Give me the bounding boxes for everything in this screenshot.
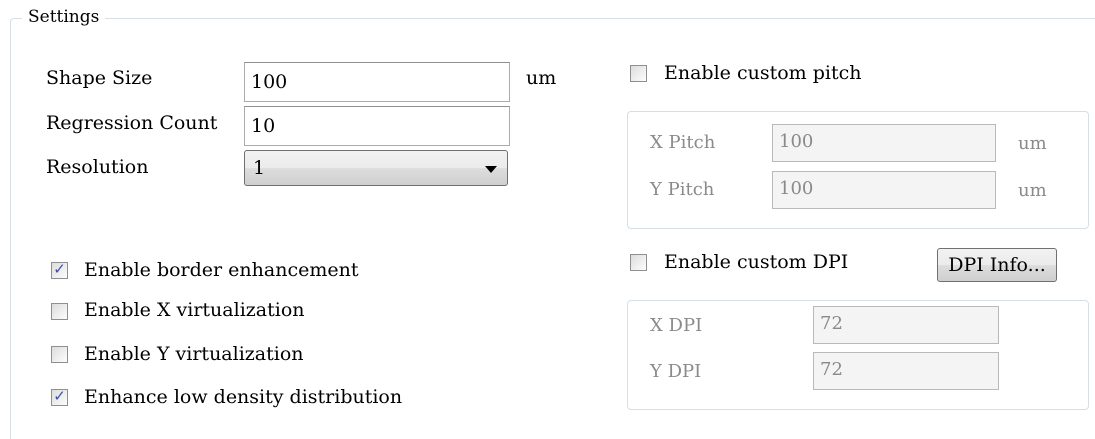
regression-count-input[interactable]: 10 xyxy=(244,106,510,146)
y-pitch-unit: um xyxy=(1018,180,1047,201)
x-pitch-unit: um xyxy=(1018,133,1047,154)
x-virtualization-checkbox[interactable] xyxy=(51,303,68,320)
y-virtualization-label[interactable]: Enable Y virtualization xyxy=(84,342,304,366)
border-enhancement-checkbox[interactable]: ✓ xyxy=(51,260,68,279)
chevron-down-icon xyxy=(485,166,497,173)
x-virtualization-label[interactable]: Enable X virtualization xyxy=(84,298,305,322)
y-dpi-label: Y DPI xyxy=(650,361,702,382)
custom-dpi-checkbox[interactable] xyxy=(630,254,647,271)
checkmark-icon: ✓ xyxy=(53,260,66,278)
shape-size-label: Shape Size xyxy=(46,67,153,89)
low-density-label[interactable]: Enhance low density distribution xyxy=(84,385,402,409)
y-virtualization-checkbox[interactable] xyxy=(51,346,68,363)
x-pitch-input[interactable]: 100 xyxy=(772,124,996,162)
shape-size-input[interactable]: 100 xyxy=(244,62,510,102)
x-pitch-label: X Pitch xyxy=(650,132,716,153)
settings-title: Settings xyxy=(22,6,106,28)
custom-pitch-checkbox[interactable] xyxy=(630,65,647,82)
x-dpi-input[interactable]: 72 xyxy=(813,306,999,344)
y-pitch-label: Y Pitch xyxy=(650,179,715,200)
checkmark-icon: ✓ xyxy=(53,387,66,405)
custom-pitch-label[interactable]: Enable custom pitch xyxy=(664,61,861,85)
y-pitch-input[interactable]: 100 xyxy=(772,171,996,209)
resolution-dropdown[interactable]: 1 xyxy=(244,150,508,186)
dpi-info-button[interactable]: DPI Info... xyxy=(937,248,1057,282)
resolution-value: 1 xyxy=(253,157,266,179)
resolution-label: Resolution xyxy=(46,156,149,178)
border-enhancement-label[interactable]: Enable border enhancement xyxy=(84,258,358,282)
low-density-checkbox[interactable]: ✓ xyxy=(51,387,68,406)
regression-count-label: Regression Count xyxy=(46,112,218,134)
y-dpi-input[interactable]: 72 xyxy=(813,352,999,390)
shape-size-unit: um xyxy=(526,67,557,89)
x-dpi-label: X DPI xyxy=(650,315,703,336)
custom-dpi-label[interactable]: Enable custom DPI xyxy=(664,250,848,274)
